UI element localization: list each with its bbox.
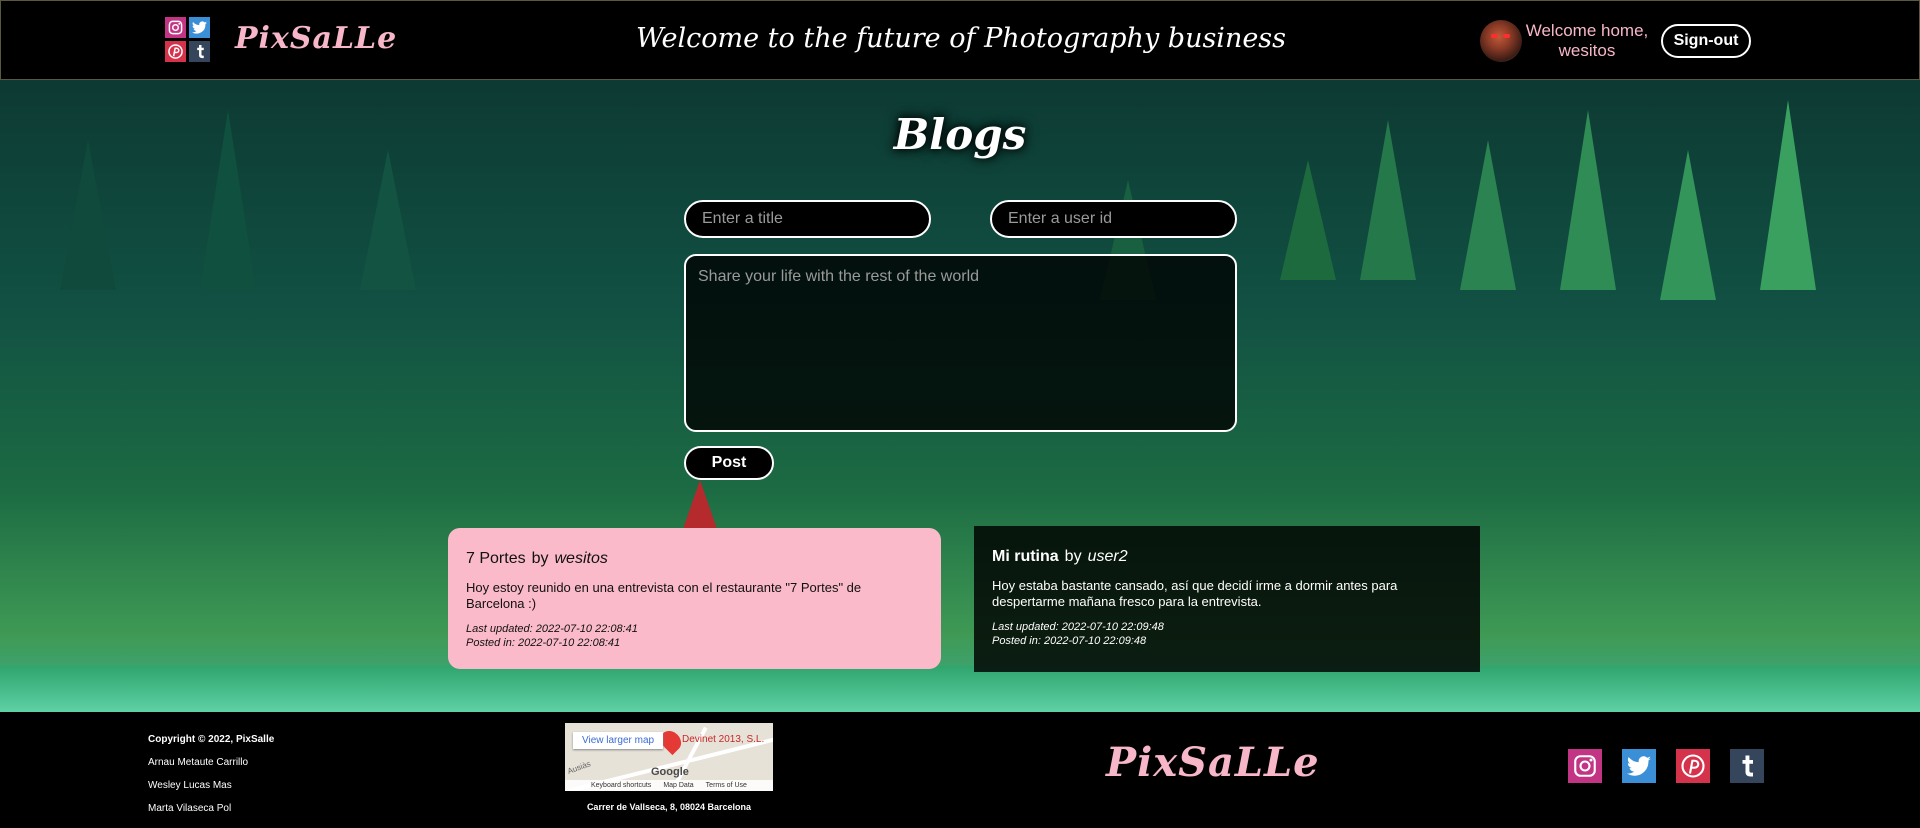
blog-last-updated: Last updated: 2022-07-10 22:08:41 xyxy=(466,623,638,635)
blog-author: wesitos xyxy=(554,550,608,567)
map-place-label: Devinet 2013, S.L. xyxy=(682,734,765,745)
map-street-label: Ausiàs xyxy=(566,759,592,776)
post-button[interactable]: Post xyxy=(684,446,774,480)
avatar-eye xyxy=(1503,34,1510,38)
welcome-user: Welcome home, wesitos xyxy=(1523,21,1651,61)
blog-body: Hoy estaba bastante cansado, así que dec… xyxy=(992,578,1398,609)
top-header: PixSaLLe Welcome to the future of Photog… xyxy=(0,0,1920,80)
blog-body-textarea[interactable] xyxy=(684,254,1237,432)
embedded-map[interactable]: Devinet 2013, S.L. View larger map Googl… xyxy=(565,723,773,791)
title-input[interactable] xyxy=(684,200,931,238)
footer-credits: Copyright © 2022, PixSalle Arnau Metaute… xyxy=(148,728,274,820)
avatar-eye xyxy=(1491,34,1498,38)
keyboard-shortcuts-link[interactable]: Keyboard shortcuts xyxy=(591,782,651,789)
welcome-greeting: Welcome home, xyxy=(1525,21,1649,40)
blog-card[interactable]: 7 Portes by wesitos Hoy estoy reunido en u… xyxy=(448,528,941,669)
author-name: Marta Vilaseca Pol xyxy=(148,803,232,814)
copyright: Copyright © 2022, PixSalle xyxy=(148,734,275,745)
footer: Copyright © 2022, PixSalle Arnau Metaute… xyxy=(0,712,1920,828)
blog-by: by xyxy=(1064,548,1082,565)
user-id-input[interactable] xyxy=(990,200,1237,238)
blogs-section: Blogs Post 7 Portes by wesitos Hoy estoy r… xyxy=(0,80,1920,712)
blog-card-header: 7 Portes by wesitos xyxy=(466,550,923,568)
terms-of-use-link[interactable]: Terms of Use xyxy=(706,782,747,789)
google-logo: Google xyxy=(651,766,689,778)
avatar[interactable] xyxy=(1480,20,1522,62)
twitter-icon[interactable] xyxy=(1622,749,1656,783)
tree-shape xyxy=(1280,160,1336,280)
author-name: Arnau Metaute Carrillo xyxy=(148,757,249,768)
instagram-icon[interactable] xyxy=(1568,749,1602,783)
blog-last-updated: Last updated: 2022-07-10 22:09:48 xyxy=(992,621,1164,633)
sign-out-button[interactable]: Sign-out xyxy=(1661,24,1751,58)
tree-shape xyxy=(1660,150,1716,300)
welcome-username: wesitos xyxy=(1558,41,1616,60)
blog-author: user2 xyxy=(1087,548,1128,565)
tree-shape xyxy=(60,140,116,290)
blog-body: Hoy estoy reunido en una entrevista con … xyxy=(466,580,862,611)
map-data-link[interactable]: Map Data xyxy=(663,782,693,789)
ground-strip xyxy=(0,666,1920,712)
blog-meta: Last updated: 2022-07-10 22:09:48 Posted… xyxy=(992,620,1462,648)
author-name: Wesley Lucas Mas xyxy=(148,780,232,791)
blog-card[interactable]: Mi rutina by user2 Hoy estaba bastante can… xyxy=(974,526,1480,672)
address: Carrer de Vallseca, 8, 08024 Barcelona xyxy=(586,802,752,812)
blog-by: by xyxy=(531,550,549,567)
tree-shape xyxy=(360,150,416,290)
blog-card-header: Mi rutina by user2 xyxy=(992,548,1462,566)
blog-title: 7 Portes xyxy=(466,550,526,567)
tree-shape xyxy=(1460,140,1516,290)
view-larger-map-link[interactable]: View larger map xyxy=(573,732,664,749)
blog-title: Mi rutina xyxy=(992,548,1059,565)
blog-posted-in: Posted in: 2022-07-10 22:09:48 xyxy=(992,635,1147,647)
footer-social-links xyxy=(1568,749,1784,783)
blog-posted-in: Posted in: 2022-07-10 22:08:41 xyxy=(466,637,621,649)
page-title: Blogs xyxy=(893,110,1027,159)
blog-meta: Last updated: 2022-07-10 22:08:41 Posted… xyxy=(466,622,923,650)
footer-brand-logo: PixSaLLe xyxy=(1106,739,1320,786)
pinterest-icon[interactable] xyxy=(1676,749,1710,783)
map-footer-bar: Keyboard shortcuts Map Data Terms of Use xyxy=(565,780,773,791)
tumblr-icon[interactable] xyxy=(1730,749,1764,783)
